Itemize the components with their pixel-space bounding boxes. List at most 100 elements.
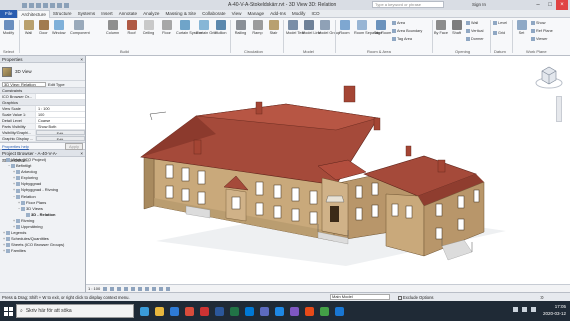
set-work-plane-button[interactable]: Set (515, 20, 528, 35)
taskbar-search-input[interactable]: ⌕ Skriv här för att söka (16, 304, 134, 318)
app-icon[interactable] (320, 306, 329, 316)
model-text-button[interactable]: Model Text (286, 20, 304, 35)
tab-annotate[interactable]: Annotate (116, 10, 140, 18)
lock-view-icon[interactable] (152, 286, 157, 291)
ceiling-button[interactable]: Ceiling (142, 20, 155, 35)
edit-type-button[interactable]: Edit Type (48, 82, 65, 87)
stair-button[interactable]: Stair (267, 20, 280, 35)
viewer-button[interactable]: Viewer (531, 37, 548, 41)
properties-help-link[interactable]: Properties help (2, 144, 29, 149)
minimize-icon[interactable]: – (532, 0, 544, 10)
tab-architecture[interactable]: Architecture (17, 9, 50, 18)
3d-viewport[interactable]: 1 : 100 (86, 56, 570, 292)
app-icon[interactable] (335, 306, 344, 316)
grid-button[interactable]: Grid (493, 31, 505, 35)
tag-area-button[interactable]: Tag Area (392, 37, 412, 41)
floor-button[interactable]: Floor (160, 20, 173, 35)
excel-icon[interactable] (230, 306, 239, 316)
word-icon[interactable] (215, 306, 224, 316)
parts-visibility-field[interactable]: Show Both (36, 124, 85, 129)
undo-icon[interactable] (36, 2, 41, 8)
redo-icon[interactable] (43, 2, 48, 8)
scale-value-field[interactable]: 100 (36, 112, 85, 117)
detail-level-icon[interactable] (103, 286, 108, 291)
wall-opening-button[interactable]: Wall (466, 21, 478, 25)
teams-icon[interactable] (260, 306, 269, 316)
powerpoint-icon[interactable] (305, 306, 314, 316)
level-button[interactable]: Level (493, 21, 507, 25)
task-view-icon[interactable] (140, 306, 149, 316)
door-button[interactable]: Door (37, 20, 50, 35)
vertical-opening-button[interactable]: Vertical (466, 29, 483, 33)
active-model-dropdown[interactable]: Main Model (330, 294, 390, 300)
shadows-icon[interactable] (124, 286, 129, 291)
close-icon[interactable]: × (80, 150, 85, 156)
mullion-button[interactable]: Mullion (214, 20, 227, 35)
roof-button[interactable]: Roof (125, 20, 138, 35)
selection-filter-count[interactable]: :0 (540, 295, 544, 300)
chrome-icon[interactable] (185, 306, 194, 316)
help-search-input[interactable]: Type a keyword or phrase (372, 1, 444, 8)
save-icon[interactable] (29, 2, 34, 8)
show-work-plane-button[interactable]: Show (531, 21, 546, 25)
sun-path-icon[interactable] (117, 286, 122, 291)
tab-file[interactable]: File (0, 9, 18, 18)
window-button[interactable]: Window (52, 20, 66, 35)
tab-modify[interactable]: Modify (289, 10, 309, 18)
open-icon[interactable] (22, 2, 27, 8)
notification-icon[interactable] (531, 307, 536, 312)
sign-in-button[interactable]: Sign In (472, 2, 486, 7)
3d-view-icon[interactable] (64, 2, 69, 8)
shaft-button[interactable]: Shaft (450, 20, 463, 35)
reveal-hidden-icon[interactable] (166, 286, 171, 291)
outlook-icon[interactable] (245, 306, 254, 316)
view-scale-label[interactable]: 1 : 100 (88, 286, 100, 291)
windows-start-button[interactable] (0, 301, 16, 321)
temporary-hide-icon[interactable] (159, 286, 164, 291)
model-line-button[interactable]: Model Line (302, 20, 321, 35)
curtain-system-button[interactable]: Curtain System (176, 20, 202, 35)
tab-manage[interactable]: Manage (244, 10, 267, 18)
property-value[interactable] (36, 94, 85, 99)
measure-icon[interactable] (57, 2, 62, 8)
ramp-button[interactable]: Ramp (251, 20, 264, 35)
model-group-button[interactable]: Model Group (318, 20, 340, 35)
tab-massing-site[interactable]: Massing & Site (162, 10, 199, 18)
render-icon[interactable] (131, 286, 136, 291)
dormer-button[interactable]: Dormer (466, 37, 484, 41)
tab-systems[interactable]: Systems (75, 10, 99, 18)
tab-collaborate[interactable]: Collaborate (199, 10, 229, 18)
close-icon[interactable]: × (556, 0, 568, 10)
room-button[interactable]: Room (338, 20, 351, 35)
visibility-graphics-edit-button[interactable]: Edit... (36, 130, 85, 135)
viewcube[interactable] (534, 61, 564, 93)
instance-filter-dropdown[interactable]: 3D View: Relation (2, 81, 46, 87)
modify-button[interactable]: Modify (2, 20, 15, 35)
tab-analyze[interactable]: Analyze (140, 10, 162, 18)
edge-icon[interactable] (170, 306, 179, 316)
curtain-grid-button[interactable]: Curtain Grid (196, 20, 216, 35)
ref-plane-button[interactable]: Ref Plane (531, 29, 553, 33)
railing-button[interactable]: Railing (234, 20, 247, 35)
wall-button[interactable]: Wall (22, 20, 35, 35)
print-icon[interactable] (50, 2, 55, 8)
maximize-icon[interactable]: □ (544, 0, 556, 10)
detail-level-field[interactable]: Coarse (36, 118, 85, 123)
browser-tree-item[interactable]: + Families (0, 248, 85, 254)
tab-insert[interactable]: Insert (98, 10, 116, 18)
close-icon[interactable]: × (80, 56, 85, 62)
visual-style-icon[interactable] (110, 286, 115, 291)
apply-button[interactable]: Apply (64, 142, 83, 150)
show-crop-icon[interactable] (145, 286, 150, 291)
by-face-button[interactable]: By Face (434, 20, 448, 35)
view-scale-field[interactable]: 1 : 100 (36, 106, 85, 111)
revit-icon[interactable] (275, 306, 284, 316)
acrobat-icon[interactable] (200, 306, 209, 316)
file-explorer-icon[interactable] (155, 306, 164, 316)
area-button[interactable]: Area (392, 21, 405, 25)
onenote-icon[interactable] (290, 306, 299, 316)
tab-add-ins[interactable]: Add-Ins (267, 10, 289, 18)
graphic-display-edit-button[interactable]: Edit... (36, 136, 85, 141)
area-boundary-button[interactable]: Area Boundary (392, 29, 422, 33)
tag-room-button[interactable]: Tag Room (374, 20, 391, 35)
